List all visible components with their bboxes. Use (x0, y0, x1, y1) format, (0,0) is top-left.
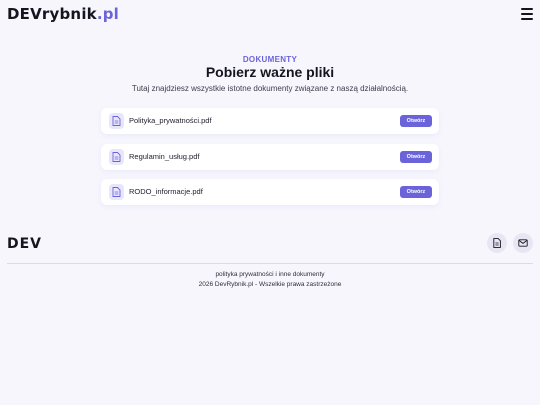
brand-name: rybnik (41, 5, 97, 23)
top-navbar: DEVrybnik.pl (0, 0, 540, 30)
section-eyebrow: DOKUMENTY (242, 55, 298, 64)
mail-icon[interactable] (513, 233, 533, 253)
document-card: RODO_informacje.pdf Otwórz (101, 179, 439, 205)
open-document-button[interactable]: Otwórz (400, 115, 432, 127)
hamburger-menu-icon[interactable] (521, 8, 533, 20)
document-name: RODO_informacje.pdf (129, 187, 203, 196)
footer-logo[interactable]: DEV (7, 236, 42, 252)
open-document-button[interactable]: Otwórz (400, 186, 432, 198)
file-icon (109, 184, 124, 200)
document-card: Regulamin_usług.pdf Otwórz (101, 144, 439, 170)
brand-dev: DEV (7, 5, 42, 23)
document-name: Regulamin_usług.pdf (129, 152, 200, 161)
file-icon (109, 149, 124, 165)
open-document-button[interactable]: Otwórz (400, 151, 432, 163)
footer-copyright: 2026 DevRybnik.pl - Wszelkie prawa zastr… (198, 281, 342, 288)
page-title: Pobierz ważne pliki (205, 64, 335, 80)
document-card: Polityka_prywatności.pdf Otwórz (101, 108, 439, 134)
brand-tld: .pl (96, 5, 120, 23)
brand-logo[interactable]: DEVrybnik.pl (7, 5, 119, 23)
document-name: Polityka_prywatności.pdf (129, 116, 212, 125)
footer-tagline: polityka prywatności i inne dokumenty (215, 271, 325, 278)
document-icon[interactable] (487, 233, 507, 253)
file-icon (109, 113, 124, 129)
footer-divider (7, 263, 533, 264)
page-subtitle: Tutaj znajdziesz wszystkie istotne dokum… (131, 84, 409, 93)
